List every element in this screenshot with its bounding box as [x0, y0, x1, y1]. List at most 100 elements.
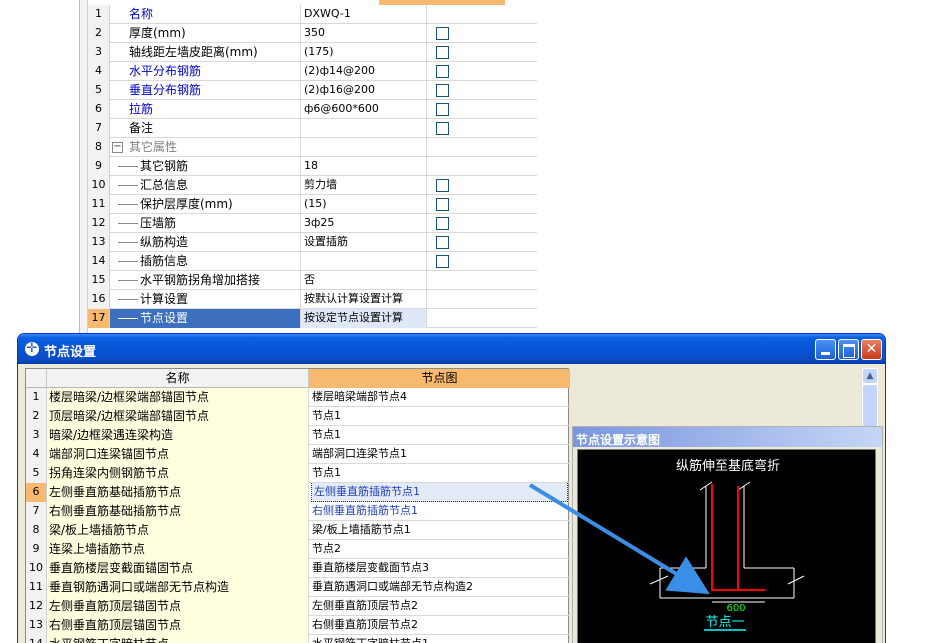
attribute-checkbox[interactable]: [436, 65, 449, 78]
table-row[interactable]: 10 垂直筋楼层变截面锚固节点 垂直筋楼层变截面节点3: [26, 559, 570, 578]
table-row[interactable]: 6 左侧垂直筋基础插筋节点 左侧垂直筋插筋节点1: [26, 483, 570, 502]
row-number: 4: [26, 445, 47, 464]
node-name: 连梁上墙插筋节点: [47, 540, 309, 559]
tree-branch-icon: [118, 290, 138, 309]
attribute-checkbox[interactable]: [436, 255, 449, 268]
table-row[interactable]: 8 梁/板上墙插筋节点 梁/板上墙插筋节点1: [26, 521, 570, 540]
attribute-checkbox[interactable]: [436, 46, 449, 59]
row-number: 9: [88, 157, 110, 176]
property-row[interactable]: 10 汇总信息 剪力墙: [88, 176, 537, 195]
vertical-scrollbar[interactable]: ▲: [861, 368, 878, 430]
property-value[interactable]: [301, 252, 427, 271]
node-value[interactable]: 垂直筋楼层变截面节点3: [309, 559, 570, 578]
scroll-up-button[interactable]: ▲: [862, 368, 878, 384]
collapse-icon[interactable]: −: [112, 142, 123, 153]
property-row[interactable]: 16 计算设置 按默认计算设置计算: [88, 290, 537, 309]
attribute-checkbox[interactable]: [436, 122, 449, 135]
table-row[interactable]: 12 左侧垂直筋顶层锚固节点 左侧垂直筋顶层节点2: [26, 597, 570, 616]
scroll-thumb[interactable]: [862, 384, 878, 430]
property-row[interactable]: 9 其它钢筋 18: [88, 157, 537, 176]
node-name: 左侧垂直筋基础插筋节点: [47, 483, 309, 502]
table-row[interactable]: 7 右侧垂直筋基础插筋节点 右侧垂直筋插筋节点1: [26, 502, 570, 521]
attribute-checkbox[interactable]: [436, 103, 449, 116]
node-value[interactable]: 右侧垂直筋插筋节点1: [309, 502, 570, 521]
property-value[interactable]: (175): [301, 43, 427, 62]
property-value[interactable]: [301, 119, 427, 138]
attribute-checkbox[interactable]: [436, 217, 449, 230]
property-value[interactable]: 350: [301, 24, 427, 43]
property-value[interactable]: 18: [301, 157, 427, 176]
table-row[interactable]: 2 顶层暗梁/边框梁端部锚固节点 节点1: [26, 407, 570, 426]
attribute-checkbox[interactable]: [436, 198, 449, 211]
property-row[interactable]: 8− 其它属性: [88, 138, 537, 157]
node-value[interactable]: 右侧垂直筋顶层节点2: [309, 616, 570, 635]
table-row[interactable]: 3 暗梁/边框梁遇连梁构造 节点1: [26, 426, 570, 445]
table-row[interactable]: 11 垂直钢筋遇洞口或端部无节点构造 垂直筋遇洞口或端部无节点构造2: [26, 578, 570, 597]
table-row[interactable]: 13 右侧垂直筋顶层锚固节点 右侧垂直筋顶层节点2: [26, 616, 570, 635]
property-value[interactable]: (15): [301, 195, 427, 214]
node-value[interactable]: 垂直筋遇洞口或端部无节点构造2: [309, 578, 570, 597]
property-row[interactable]: 4 水平分布钢筋 (2)ф14@200: [88, 62, 537, 81]
tree-branch-icon: [118, 214, 138, 233]
property-value[interactable]: 按设定节点设置计算: [301, 309, 427, 328]
node-name: 左侧垂直筋顶层锚固节点: [47, 597, 309, 616]
node-settings-table: 名称 节点图 1 楼层暗梁/边框梁端部锚固节点 楼层暗梁端部节点4 2 顶层暗梁/边框梁…: [25, 368, 570, 643]
property-row[interactable]: 1 名称 DXWQ-1: [88, 5, 537, 24]
node-value[interactable]: 节点2: [309, 540, 570, 559]
property-value[interactable]: ф6@600*600: [301, 100, 427, 119]
property-row[interactable]: 13 纵筋构造 设置插筋: [88, 233, 537, 252]
node-value[interactable]: 水平钢筋丁字暗柱节点1: [309, 635, 570, 643]
property-value[interactable]: (2)ф16@200: [301, 81, 427, 100]
property-row[interactable]: 5 垂直分布钢筋 (2)ф16@200: [88, 81, 537, 100]
tree-branch-icon: [118, 309, 138, 328]
property-grid: 1 名称 DXWQ-1 2 厚度(mm) 350 3 轴线距左墙皮距离(mm) (175) 4 水平…: [79, 0, 537, 335]
property-value[interactable]: [301, 138, 427, 157]
node-name: 暗梁/边框梁遇连梁构造: [47, 426, 309, 445]
property-row[interactable]: 11 保护层厚度(mm) (15): [88, 195, 537, 214]
property-row[interactable]: 2 厚度(mm) 350: [88, 24, 537, 43]
node-name: 楼层暗梁/边框梁端部锚固节点: [47, 388, 309, 407]
property-value[interactable]: 设置插筋: [301, 233, 427, 252]
attribute-checkbox[interactable]: [436, 236, 449, 249]
node-value[interactable]: 左侧垂直筋插筋节点1: [309, 483, 570, 502]
table-row[interactable]: 9 连梁上墙插筋节点 节点2: [26, 540, 570, 559]
node-value[interactable]: 楼层暗梁端部节点4: [309, 388, 570, 407]
property-row[interactable]: 12 压墙筋 3ф25: [88, 214, 537, 233]
table-row[interactable]: 14水平钢筋丁字暗柱节点水平钢筋丁字暗柱节点1: [26, 635, 570, 643]
attribute-checkbox[interactable]: [436, 27, 449, 40]
minimize-button[interactable]: [815, 339, 836, 360]
maximize-button[interactable]: [838, 339, 859, 360]
row-number: 4: [88, 62, 110, 81]
property-value[interactable]: 否: [301, 271, 427, 290]
table-row[interactable]: 1 楼层暗梁/边框梁端部锚固节点 楼层暗梁端部节点4: [26, 388, 570, 407]
property-row[interactable]: 17 节点设置 按设定节点设置计算: [88, 309, 537, 328]
property-value[interactable]: 剪力墙: [301, 176, 427, 195]
node-value[interactable]: 节点1: [309, 464, 570, 483]
node-value-text[interactable]: 左侧垂直筋插筋节点1: [311, 483, 568, 502]
attribute-checkbox[interactable]: [436, 84, 449, 97]
table-row[interactable]: 5 拐角连梁内侧钢筋节点 节点1: [26, 464, 570, 483]
table-row[interactable]: 4 端部洞口连梁锚固节点 端部洞口连梁节点1: [26, 445, 570, 464]
node-value[interactable]: 梁/板上墙插筋节点1: [309, 521, 570, 540]
attribute-checkbox[interactable]: [436, 179, 449, 192]
node-value[interactable]: 左侧垂直筋顶层节点2: [309, 597, 570, 616]
property-name: 压墙筋: [110, 214, 301, 233]
property-value[interactable]: 按默认计算设置计算: [301, 290, 427, 309]
property-value[interactable]: 3ф25: [301, 214, 427, 233]
property-value[interactable]: DXWQ-1: [301, 5, 427, 24]
node-value[interactable]: 端部洞口连梁节点1: [309, 445, 570, 464]
node-value[interactable]: 节点1: [309, 407, 570, 426]
property-value[interactable]: (2)ф14@200: [301, 62, 427, 81]
property-row[interactable]: 15 水平钢筋拐角增加搭接 否: [88, 271, 537, 290]
node-label: 节点一: [705, 615, 744, 630]
node-value[interactable]: 节点1: [309, 426, 570, 445]
property-row[interactable]: 7 备注: [88, 119, 537, 138]
row-number: 10: [88, 176, 110, 195]
tree-branch-icon: [118, 271, 138, 290]
title-bar[interactable]: ✛ 节点设置 ✕: [18, 334, 885, 364]
grid-gutter: [80, 0, 88, 335]
property-row[interactable]: 6 拉筋 ф6@600*600: [88, 100, 537, 119]
close-button[interactable]: ✕: [861, 339, 882, 360]
property-row[interactable]: 3 轴线距左墙皮距离(mm) (175): [88, 43, 537, 62]
property-row[interactable]: 14 插筋信息: [88, 252, 537, 271]
